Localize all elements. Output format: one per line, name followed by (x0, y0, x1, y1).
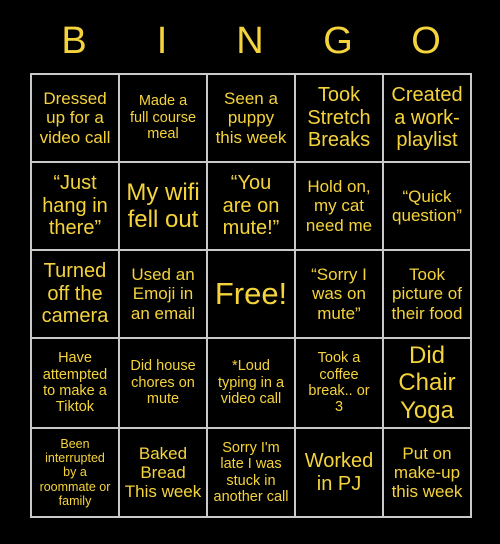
bingo-cell[interactable]: Took picture of their food (384, 251, 472, 339)
bingo-cell[interactable]: Been interrupted by a roommate or family (32, 429, 120, 518)
bingo-cell-label: “Quick question” (392, 186, 462, 225)
bingo-cell[interactable]: Have attempted to make a Tiktok (32, 339, 120, 429)
bingo-cell-free[interactable]: Free! (208, 251, 296, 339)
bingo-cell-label: Been interrupted by a roommate or family (39, 437, 111, 508)
bingo-cell-label: Took picture of their food (391, 265, 463, 323)
bingo-cell-label: My wifi fell out (126, 178, 200, 233)
bingo-cell-label: Made a full course meal (129, 93, 197, 143)
bingo-cell-label: Did house chores on mute (130, 358, 196, 408)
bingo-cell[interactable]: Turned off the camera (32, 251, 120, 339)
bingo-cell[interactable]: “You are on mute!” (208, 163, 296, 251)
bingo-grid: Dressed up for a video call Made a full c… (30, 73, 472, 518)
bingo-cell[interactable]: Took a coffee break.. or 3 (296, 339, 384, 429)
bingo-cell[interactable]: “Sorry I was on mute” (296, 251, 384, 339)
bingo-cell-label: Created a work- playlist (391, 84, 463, 152)
bingo-cell-label: Put on make-up this week (391, 443, 463, 502)
bingo-cell-label: Hold on, my cat need me (305, 177, 373, 235)
header-letter-o: O (411, 20, 441, 62)
bingo-cell-label: “Sorry I was on mute” (311, 265, 367, 323)
bingo-cell-label: Turned off the camera (41, 260, 109, 328)
bingo-cell-label: Dressed up for a video call (39, 89, 111, 147)
bingo-cell[interactable]: Worked in PJ (296, 429, 384, 518)
bingo-cell[interactable]: Baked Bread This week (120, 429, 208, 518)
bingo-cell-label: Have attempted to make a Tiktok (42, 350, 108, 416)
bingo-cell-label: “Just hang in there” (42, 172, 108, 240)
header-letter-g: G (323, 20, 353, 62)
bingo-cell-label: Did Chair Yoga (398, 342, 456, 424)
bingo-cell-label: Baked Bread This week (124, 443, 202, 502)
bingo-cell-label: *Loud typing in a video call (217, 358, 285, 408)
bingo-cell[interactable]: Seen a puppy this week (208, 75, 296, 163)
bingo-cell[interactable]: *Loud typing in a video call (208, 339, 296, 429)
bingo-cell-label: Free! (214, 276, 288, 312)
header-letter-b: B (61, 20, 87, 62)
bingo-cell[interactable]: Did Chair Yoga (384, 339, 472, 429)
bingo-cell[interactable]: Created a work- playlist (384, 75, 472, 163)
bingo-cell[interactable]: Did house chores on mute (120, 339, 208, 429)
bingo-cell[interactable]: Hold on, my cat need me (296, 163, 384, 251)
bingo-cell-label: Took Stretch Breaks (307, 84, 371, 152)
header-letter-i: I (156, 20, 168, 62)
bingo-cell[interactable]: Took Stretch Breaks (296, 75, 384, 163)
bingo-cell[interactable]: Used an Emoji in an email (120, 251, 208, 339)
bingo-cell[interactable]: “Quick question” (384, 163, 472, 251)
bingo-cell[interactable]: Put on make-up this week (384, 429, 472, 518)
bingo-cell[interactable]: Dressed up for a video call (32, 75, 120, 163)
bingo-header: B I N G O (30, 12, 470, 70)
bingo-cell-label: “You are on mute!” (222, 172, 280, 240)
bingo-cell[interactable]: Sorry I'm late I was stuck in another ca… (208, 429, 296, 518)
bingo-cell-label: Used an Emoji in an email (130, 265, 196, 323)
bingo-cell-label: Took a coffee break.. or 3 (308, 350, 370, 416)
bingo-cell[interactable]: My wifi fell out (120, 163, 208, 251)
header-letter-n: N (236, 20, 264, 62)
bingo-cell[interactable]: “Just hang in there” (32, 163, 120, 251)
bingo-card: B I N G O Dressed up for a video call Mad… (0, 0, 500, 544)
bingo-cell[interactable]: Made a full course meal (120, 75, 208, 163)
bingo-cell-label: Seen a puppy this week (215, 89, 287, 147)
bingo-cell-label: Worked in PJ (304, 449, 374, 495)
bingo-cell-label: Sorry I'm late I was stuck in another ca… (213, 439, 289, 505)
